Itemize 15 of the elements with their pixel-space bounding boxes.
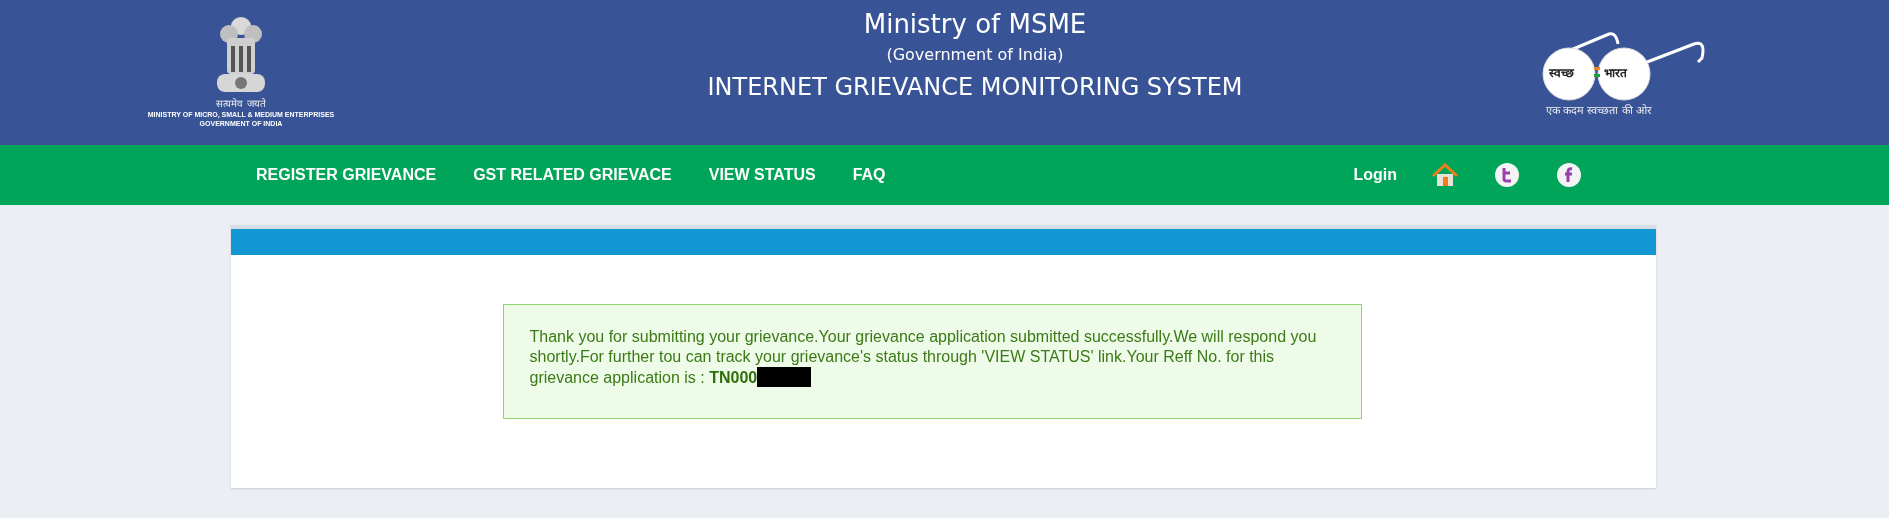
system-name: INTERNET GRIEVANCE MONITORING SYSTEM <box>707 72 1243 103</box>
site-subtitle: (Government of India) <box>886 44 1064 66</box>
twitter-icon[interactable] <box>1494 162 1520 188</box>
facebook-icon[interactable] <box>1556 162 1582 188</box>
login-link[interactable]: Login <box>1353 166 1397 184</box>
nav-link[interactable]: GST RELATED GRIEVACE <box>473 166 672 184</box>
home-icon[interactable] <box>1432 163 1458 187</box>
site-title: Ministry of MSME <box>863 8 1087 41</box>
emblem-motto: सत्यमेव जयते <box>216 98 266 110</box>
nav-link[interactable]: REGISTER GRIEVANCE <box>256 166 437 184</box>
spectacles-logo: स्वच्छ भारत <box>1524 22 1724 102</box>
success-message: Thank you for submitting your grievance.Your grievance application submitted successfully.We will respond you shortly.For further tou can track your grievance's status through 'VIEW STATUS' link.Your Reff No. for this grievance application is : TN000 <box>529 328 1317 386</box>
nav-link[interactable]: VIEW STATUS <box>708 166 816 184</box>
swachh-tagline: एक कदम स्वच्छता की ओर <box>1545 103 1653 117</box>
nav-link[interactable]: FAQ <box>852 166 886 184</box>
